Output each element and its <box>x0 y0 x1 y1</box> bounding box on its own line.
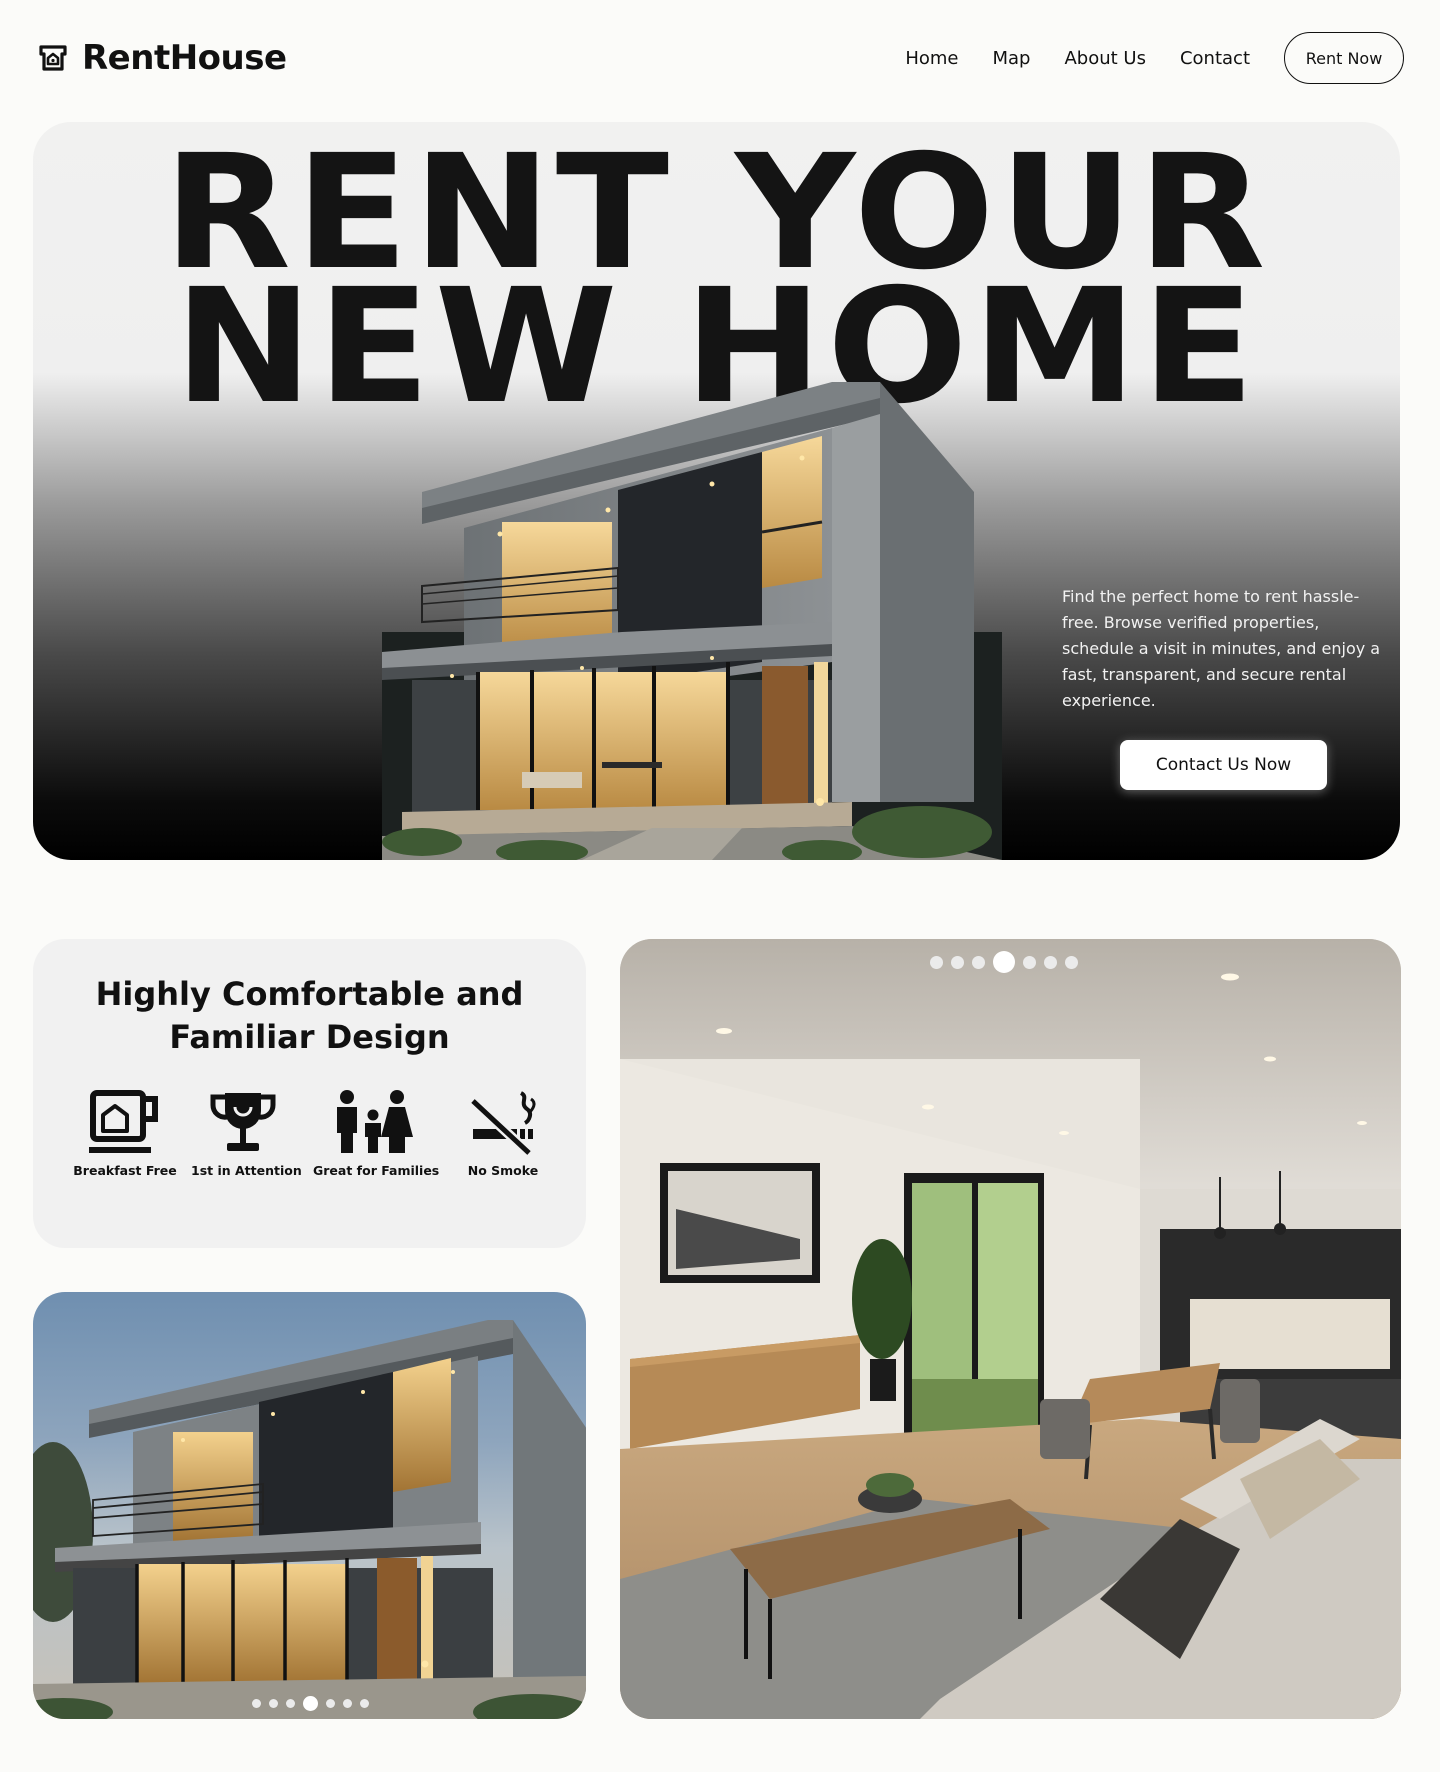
feature-no-smoke: No Smoke <box>451 1089 555 1178</box>
carousel-dot[interactable] <box>1044 955 1057 969</box>
features-title: Highly Comfortable and Familiar Design <box>33 973 586 1059</box>
carousel-dot[interactable] <box>360 1699 369 1708</box>
carousel-dot-active[interactable] <box>993 951 1015 973</box>
carousel-dot[interactable] <box>1023 955 1036 969</box>
features-card: Highly Comfortable and Familiar Design B… <box>33 939 586 1248</box>
feature-great-for-families: Great for Families <box>313 1089 440 1178</box>
exterior-carousel-dots <box>252 1696 369 1711</box>
hero-banner: RENT YOUR NEW HOME Find the perfect home… <box>33 122 1400 860</box>
living-room-image <box>620 939 1401 1719</box>
brand-logo[interactable]: RentHouse <box>36 38 287 78</box>
feature-label: No Smoke <box>467 1163 539 1178</box>
coffee-cup-icon <box>89 1090 158 1153</box>
carousel-dot[interactable] <box>326 1699 335 1708</box>
house-logo-icon <box>39 45 67 71</box>
contact-us-now-button[interactable]: Contact Us Now <box>1120 740 1327 790</box>
carousel-dot[interactable] <box>951 955 964 969</box>
nav-link-map[interactable]: Map <box>992 48 1030 69</box>
feature-breakfast-free: Breakfast Free <box>73 1089 177 1178</box>
carousel-dot-active[interactable] <box>303 1696 318 1711</box>
carousel-dot[interactable] <box>972 955 985 969</box>
hero-house-image <box>382 382 1002 860</box>
carousel-dot[interactable] <box>286 1699 295 1708</box>
nav-link-home[interactable]: Home <box>905 48 958 69</box>
brand-name: RentHouse <box>82 38 287 78</box>
hero-description: Find the perfect home to rent hassle-fre… <box>1062 587 1381 710</box>
carousel-dot[interactable] <box>252 1699 261 1708</box>
nav-link-about-us[interactable]: About Us <box>1064 48 1146 69</box>
nav-links: Home Map About Us Contact Rent Now <box>905 32 1404 84</box>
trophy-icon <box>210 1093 276 1151</box>
feature-label: Breakfast Free <box>73 1163 177 1178</box>
features-title-line-2: Familiar Design <box>169 1018 450 1056</box>
family-icon <box>337 1090 413 1153</box>
interior-carousel-dots <box>930 951 1078 973</box>
carousel-dot[interactable] <box>343 1699 352 1708</box>
feature-first-in-attention: 1st in Attention <box>191 1089 302 1178</box>
feature-label: 1st in Attention <box>191 1163 302 1178</box>
carousel-dot[interactable] <box>1065 955 1078 969</box>
top-navigation: RentHouse Home Map About Us Contact Rent… <box>0 0 1440 120</box>
carousel-dot[interactable] <box>930 955 943 969</box>
features-title-line-1: Highly Comfortable and <box>95 975 524 1013</box>
no-smoking-icon <box>469 1091 536 1155</box>
rent-now-button[interactable]: Rent Now <box>1284 32 1404 84</box>
carousel-dot[interactable] <box>269 1699 278 1708</box>
feature-label: Great for Families <box>313 1163 440 1178</box>
features-list: Breakfast Free 1st in Attention Great fo… <box>73 1089 559 1189</box>
interior-photo-card[interactable] <box>620 939 1401 1719</box>
exterior-photo-card[interactable] <box>33 1292 586 1719</box>
exterior-house-image <box>33 1320 586 1719</box>
nav-link-contact[interactable]: Contact <box>1180 48 1250 69</box>
